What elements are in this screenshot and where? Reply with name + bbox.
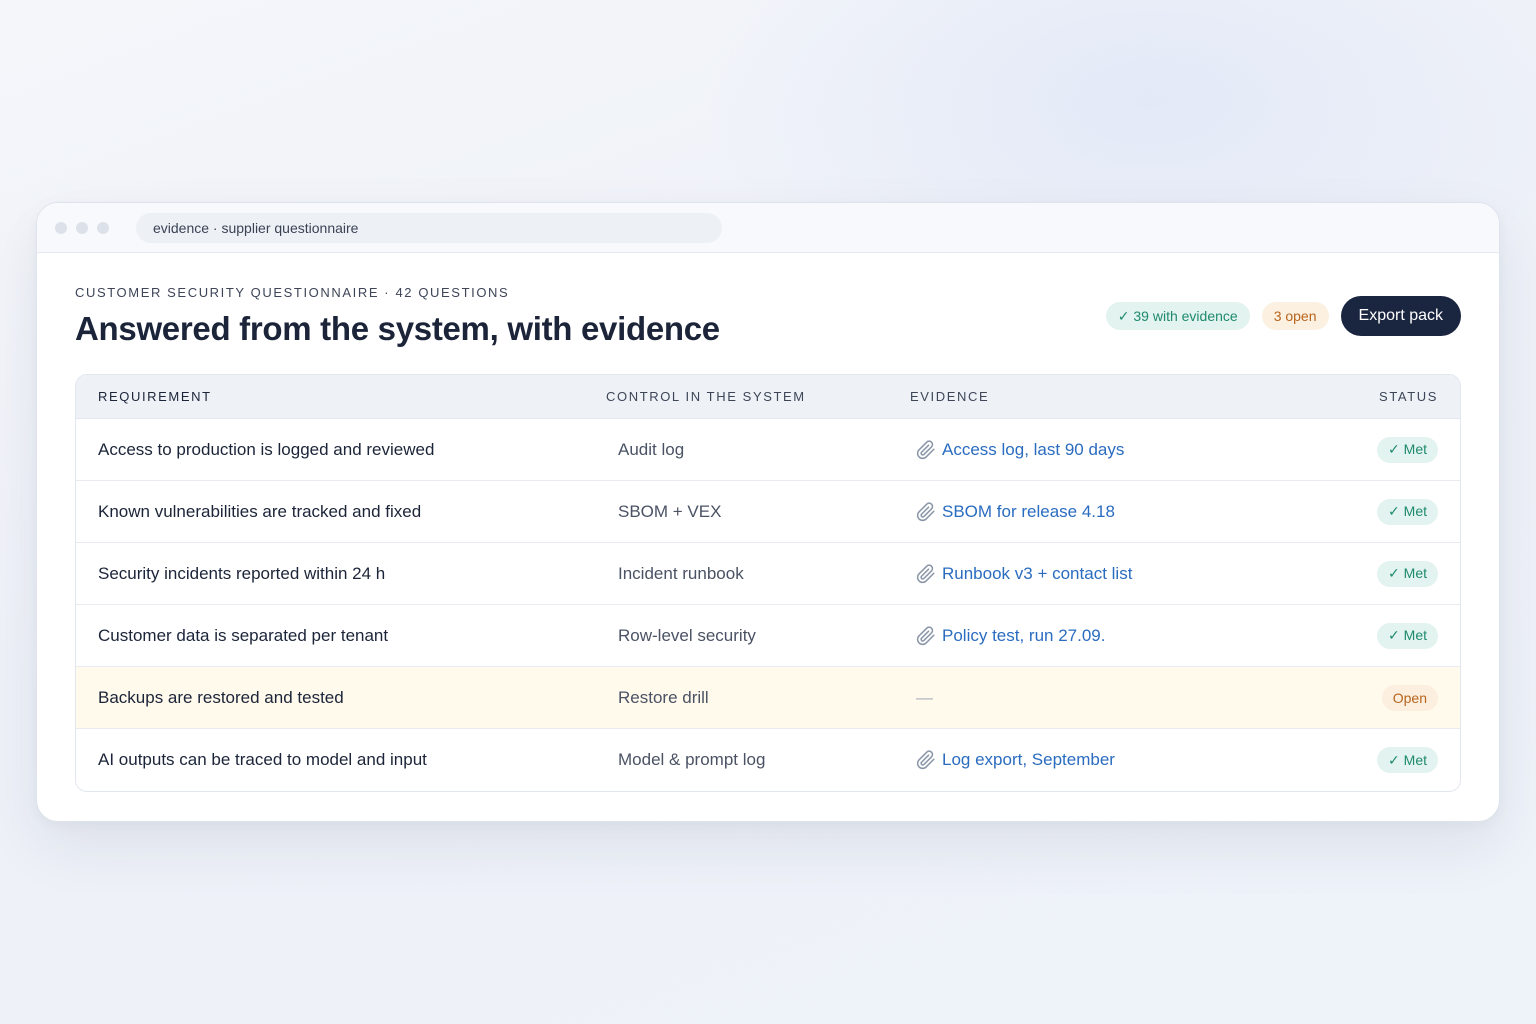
control-cell: Incident runbook: [618, 563, 744, 583]
column-header-control: CONTROL IN THE SYSTEM: [606, 389, 806, 404]
evidence-cell: Policy test, run 27.09.: [910, 626, 1330, 646]
control-cell: Restore drill: [618, 687, 709, 707]
requirement-cell: Backups are restored and tested: [98, 687, 344, 707]
requirement-cell: AI outputs can be traced to model and in…: [98, 750, 427, 769]
table-row[interactable]: AI outputs can be traced to model and in…: [76, 729, 1460, 791]
window-close-dot[interactable]: [55, 221, 67, 234]
window-minimize-dot[interactable]: [76, 221, 88, 234]
column-header-evidence: EVIDENCE: [910, 389, 990, 404]
evidence-cell: SBOM for release 4.18: [910, 502, 1330, 522]
column-header-requirement: REQUIREMENT: [98, 389, 212, 404]
paperclip-icon: [916, 750, 935, 770]
requirement-cell: Known vulnerabilities are tracked and fi…: [98, 501, 422, 521]
status-badge: ✓ Met: [1377, 436, 1438, 463]
open-count-badge: 3 open: [1261, 302, 1329, 330]
paperclip-icon: [916, 625, 935, 645]
table-row[interactable]: Known vulnerabilities are tracked and fi…: [76, 481, 1460, 543]
status-badge: ✓ Met: [1377, 622, 1438, 649]
evidence-missing: —: [916, 687, 933, 707]
window-maximize-dot[interactable]: [97, 221, 109, 234]
app-window: evidence · supplier questionnaire CUSTOM…: [36, 202, 1500, 822]
requirement-cell: Customer data is separated per tenant: [98, 625, 389, 645]
evidence-cell: Runbook v3 + contact list: [910, 564, 1330, 584]
evidence-cell: Log export, September: [910, 750, 1330, 770]
paperclip-icon: [916, 439, 935, 459]
evidence-link[interactable]: SBOM for release 4.18: [942, 502, 1115, 522]
status-cell: ✓ Met: [1330, 436, 1460, 463]
evidence-link[interactable]: Access log, last 90 days: [942, 440, 1124, 460]
evidence-cell: Access log, last 90 days: [910, 440, 1330, 460]
table-header: REQUIREMENT CONTROL IN THE SYSTEM EVIDEN…: [76, 375, 1460, 419]
status-badge: ✓ Met: [1377, 747, 1438, 773]
control-cell: Model & prompt log: [618, 750, 766, 769]
column-header-status: STATUS: [1330, 389, 1460, 404]
control-cell: SBOM + VEX: [618, 501, 722, 521]
status-badge: ✓ Met: [1377, 498, 1438, 525]
control-cell: Audit log: [618, 439, 685, 459]
table-row[interactable]: Customer data is separated per tenant Ro…: [76, 605, 1460, 667]
evidence-count-badge: ✓ 39 with evidence: [1105, 302, 1250, 330]
requirement-cell: Access to production is logged and revie…: [98, 439, 435, 459]
evidence-link[interactable]: Policy test, run 27.09.: [942, 626, 1105, 646]
address-bar[interactable]: evidence · supplier questionnaire: [136, 212, 722, 243]
table-row[interactable]: Backups are restored and tested Restore …: [76, 667, 1460, 729]
paperclip-icon: [916, 501, 935, 521]
paperclip-icon: [916, 563, 935, 583]
status-cell: ✓ Met: [1330, 747, 1460, 773]
status-cell: Open: [1330, 684, 1460, 711]
status-badge: Open: [1381, 684, 1438, 711]
main-content: CUSTOMER SECURITY QUESTIONNAIRE · 42 QUE…: [37, 253, 1499, 792]
control-cell: Row-level security: [618, 625, 756, 645]
evidence-cell: —: [910, 688, 1330, 708]
export-pack-button[interactable]: Export pack: [1340, 296, 1461, 336]
evidence-link[interactable]: Log export, September: [942, 750, 1115, 770]
column-header-status-label: STATUS: [1379, 389, 1438, 404]
table-row[interactable]: Security incidents reported within 24 h …: [76, 543, 1460, 605]
status-badge: ✓ Met: [1377, 560, 1438, 587]
window-titlebar: evidence · supplier questionnaire: [37, 203, 1499, 253]
evidence-link[interactable]: Runbook v3 + contact list: [942, 564, 1132, 584]
status-cell: ✓ Met: [1330, 498, 1460, 525]
status-cell: ✓ Met: [1330, 622, 1460, 649]
address-bar-text: evidence · supplier questionnaire: [153, 219, 359, 236]
requirement-cell: Security incidents reported within 24 h: [98, 563, 386, 583]
table-row[interactable]: Access to production is logged and revie…: [76, 419, 1460, 481]
header-actions: ✓ 39 with evidence 3 open Export pack: [1105, 296, 1461, 336]
status-cell: ✓ Met: [1330, 560, 1460, 587]
questionnaire-table: REQUIREMENT CONTROL IN THE SYSTEM EVIDEN…: [75, 374, 1461, 792]
